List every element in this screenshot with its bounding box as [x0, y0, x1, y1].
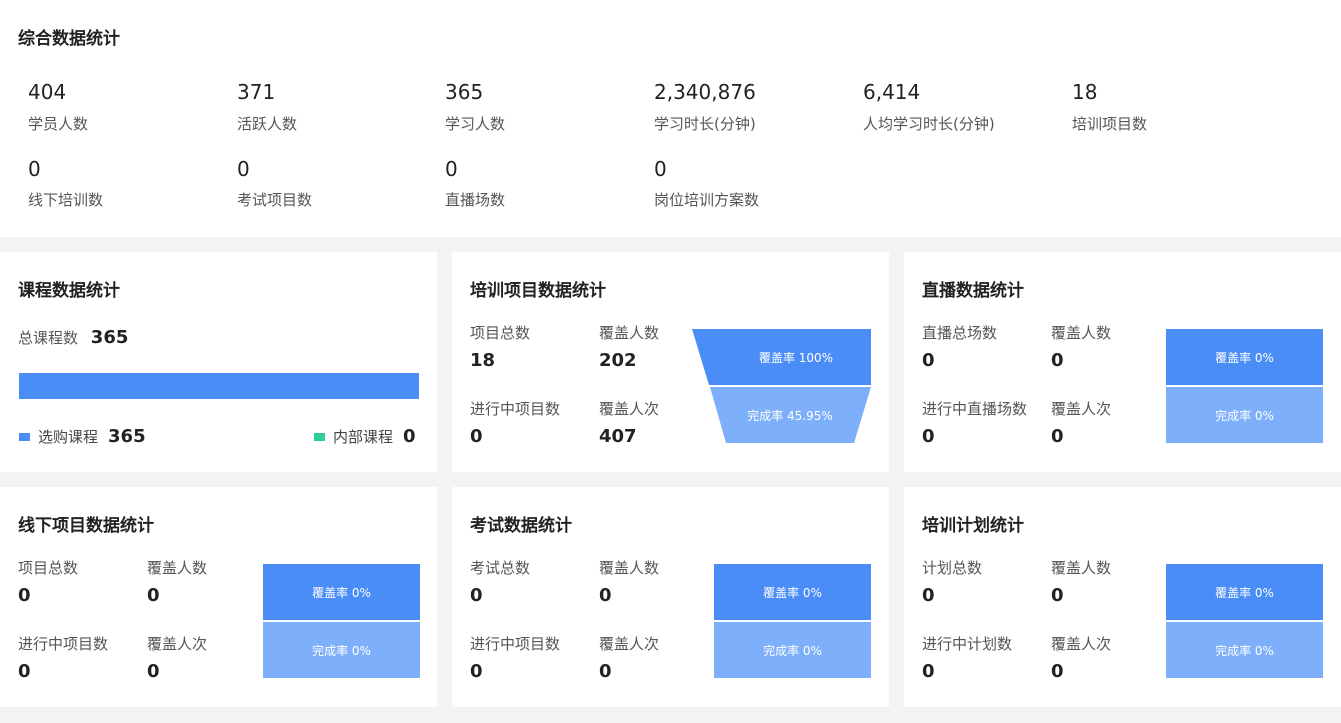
offline-panel: 线下项目数据统计 项目总数 0 覆盖人数 0 进行中项目数 0 覆盖人次 0 覆…	[0, 487, 437, 707]
stat-label: 覆盖人次	[1051, 635, 1112, 653]
stat-label: 直播场数	[445, 191, 506, 209]
funnel-coverage-label: 覆盖率 100%	[759, 350, 833, 365]
coverage-box: 覆盖率 0%	[1166, 329, 1323, 385]
stat-label: 覆盖人数	[147, 559, 208, 577]
stat-value: 0	[922, 350, 935, 371]
overview-title: 综合数据统计	[18, 29, 120, 49]
stat-label: 线下培训数	[28, 191, 104, 209]
stat-value: 2,340,876	[654, 80, 756, 104]
course-title: 课程数据统计	[18, 281, 120, 301]
legend-label: 选购课程	[38, 428, 99, 446]
stat-label: 覆盖人次	[1051, 400, 1112, 418]
stat-label: 计划总数	[922, 559, 983, 577]
stat-value: 0	[470, 585, 483, 606]
stat-value: 0	[445, 157, 458, 181]
stat-label: 考试项目数	[237, 191, 313, 209]
stat-label: 覆盖人次	[599, 635, 660, 653]
stat-value: 6,414	[863, 80, 921, 104]
live-title: 直播数据统计	[922, 281, 1024, 301]
stat-value: 0	[470, 661, 483, 682]
stat-value: 404	[28, 80, 67, 104]
stat-value: 0	[1051, 661, 1064, 682]
stat-label: 学习人数	[445, 115, 506, 133]
stat-value: 0	[470, 426, 483, 447]
legend-internal: 内部课程 0	[314, 426, 416, 447]
stat-label: 进行中计划数	[922, 635, 1013, 653]
stat-value: 0	[922, 426, 935, 447]
stat-value: 0	[237, 157, 250, 181]
course-total-value: 365	[90, 327, 129, 348]
stat-value: 365	[445, 80, 484, 104]
stat-label: 学习时长(分钟)	[654, 115, 756, 133]
stat-label: 进行中项目数	[470, 635, 561, 653]
stat-value: 0	[922, 585, 935, 606]
live-panel: 直播数据统计 直播总场数 0 覆盖人数 0 进行中直播场数 0 覆盖人次 0 覆…	[904, 252, 1341, 472]
stat-value: 0	[922, 661, 935, 682]
exam-panel: 考试数据统计 考试总数 0 覆盖人数 0 进行中项目数 0 覆盖人次 0 覆盖率…	[452, 487, 889, 707]
overview-panel: 综合数据统计 404 学员人数 371 活跃人数 365 学习人数 2,340,…	[0, 0, 1341, 237]
plan-title: 培训计划统计	[922, 516, 1024, 536]
stat-label: 学员人数	[28, 115, 89, 133]
course-total-label: 总课程数	[18, 329, 79, 347]
stat-value: 0	[28, 157, 41, 181]
completion-box: 完成率 0%	[1166, 622, 1323, 678]
stat-value: 0	[18, 585, 31, 606]
stat-value: 0	[1051, 350, 1064, 371]
stat-value: 371	[237, 80, 276, 104]
completion-box: 完成率 0%	[714, 622, 871, 678]
course-progress-track	[19, 373, 419, 399]
stat-value: 407	[599, 426, 637, 447]
stat-label: 进行中直播场数	[922, 400, 1028, 418]
stat-value: 202	[599, 350, 637, 371]
stat-value: 18	[470, 350, 496, 371]
stat-label: 培训项目数	[1072, 115, 1148, 133]
course-panel: 课程数据统计 总课程数 365 选购课程 365 内部课程 0	[0, 252, 437, 472]
stat-label: 人均学习时长(分钟)	[863, 115, 995, 133]
course-progress-fill	[19, 373, 419, 399]
stat-value: 0	[147, 661, 160, 682]
stat-label: 项目总数	[18, 559, 79, 577]
legend-label: 内部课程	[333, 428, 394, 446]
stat-label: 覆盖人次	[599, 400, 660, 418]
stat-label: 进行中项目数	[18, 635, 109, 653]
stat-label: 直播总场数	[922, 324, 998, 342]
legend-swatch	[19, 432, 30, 441]
completion-box: 完成率 0%	[263, 622, 420, 678]
coverage-box: 覆盖率 0%	[263, 564, 420, 620]
stat-value: 18	[1072, 80, 1098, 104]
stat-value: 0	[1051, 585, 1064, 606]
stat-label: 活跃人数	[237, 115, 298, 133]
stat-value: 0	[18, 661, 31, 682]
funnel-completion-label: 完成率 45.95%	[747, 408, 833, 423]
training-title: 培训项目数据统计	[470, 281, 606, 301]
stat-label: 覆盖人次	[147, 635, 208, 653]
funnel-chart: 覆盖率 100% 完成率 45.95%	[692, 329, 871, 443]
stat-value: 0	[654, 157, 667, 181]
stat-value: 0	[599, 585, 612, 606]
course-total: 总课程数 365	[18, 327, 128, 348]
stat-label: 考试总数	[470, 559, 531, 577]
stat-label: 覆盖人数	[1051, 559, 1112, 577]
legend-value: 0	[403, 426, 416, 447]
coverage-box: 覆盖率 0%	[1166, 564, 1323, 620]
legend-swatch	[314, 432, 325, 441]
offline-title: 线下项目数据统计	[18, 516, 154, 536]
legend-value: 365	[108, 426, 146, 447]
stat-label: 覆盖人数	[1051, 324, 1112, 342]
stat-label: 进行中项目数	[470, 400, 561, 418]
stat-label: 覆盖人数	[599, 559, 660, 577]
stat-value: 0	[599, 661, 612, 682]
stat-value: 0	[1051, 426, 1064, 447]
exam-title: 考试数据统计	[470, 516, 572, 536]
completion-box: 完成率 0%	[1166, 387, 1323, 443]
training-panel: 培训项目数据统计 项目总数 18 覆盖人数 202 进行中项目数 0 覆盖人次 …	[452, 252, 889, 472]
stat-label: 覆盖人数	[599, 324, 660, 342]
stat-label: 岗位培训方案数	[654, 191, 760, 209]
coverage-box: 覆盖率 0%	[714, 564, 871, 620]
stat-label: 项目总数	[470, 324, 531, 342]
legend-purchased: 选购课程 365	[19, 426, 146, 447]
plan-panel: 培训计划统计 计划总数 0 覆盖人数 0 进行中计划数 0 覆盖人次 0 覆盖率…	[904, 487, 1341, 707]
stat-value: 0	[147, 585, 160, 606]
